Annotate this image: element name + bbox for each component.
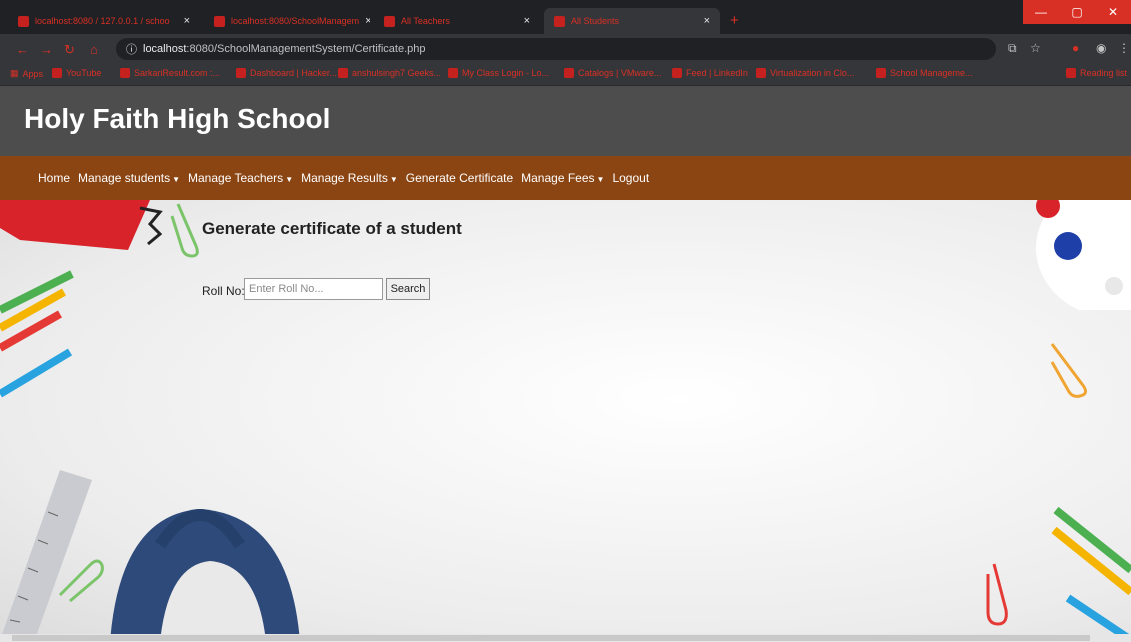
bookmark-virtualization[interactable]: Virtualization in Clo...	[756, 68, 854, 78]
main-nav: Home Manage students ▼ Manage Teachers ▼ M…	[0, 156, 1131, 200]
reload-icon[interactable]: ↻	[64, 42, 75, 58]
paperclip-decoration	[1050, 343, 1087, 398]
maximize-icon[interactable]: ▢	[1059, 0, 1095, 24]
content-area: Generate certificate of a student Roll N…	[0, 200, 1131, 642]
bookmarks-bar: ▦ Apps YouTube SarkariResult.com :... Das…	[0, 64, 1131, 86]
virtualization-icon	[756, 68, 766, 78]
menu-kebab-icon[interactable]: ⋮	[1118, 41, 1130, 55]
paperclip-decoration	[170, 203, 199, 258]
tab-title: All Students	[571, 16, 620, 26]
bookmark-apps[interactable]: ▦ Apps	[10, 68, 43, 79]
linkedin-icon	[672, 68, 682, 78]
caret-down-icon: ▼	[596, 175, 605, 184]
tab-title: All Teachers	[401, 16, 450, 26]
nav-manage-teachers[interactable]: Manage Teachers ▼	[188, 171, 293, 185]
profile-avatar-icon[interactable]: ◉	[1096, 41, 1106, 55]
pencils-decoration	[0, 270, 74, 398]
site-header: Holy Faith High School	[0, 86, 1131, 156]
page-favicon-icon	[214, 15, 225, 27]
horizontal-scrollbar[interactable]	[0, 634, 1131, 642]
minimize-icon[interactable]: —	[1023, 0, 1059, 24]
bookmark-linkedin[interactable]: Feed | LinkedIn	[672, 68, 748, 78]
url-host: localhost	[143, 43, 187, 55]
nav-manage-results[interactable]: Manage Results ▼	[301, 171, 398, 185]
page-heading: Generate certificate of a student	[202, 219, 462, 238]
site-title[interactable]: Holy Faith High School	[24, 103, 330, 135]
tab-title: localhost:8080/SchoolManagem	[231, 16, 360, 26]
browser-tab-3[interactable]: All Teachers ×	[374, 8, 540, 34]
sarkari-icon	[120, 68, 130, 78]
paperclip-decoration	[986, 563, 1008, 626]
close-icon[interactable]: ×	[365, 15, 370, 27]
bookmark-reading-list[interactable]: Reading list	[1066, 68, 1127, 78]
page-favicon-icon	[554, 15, 565, 27]
class-login-icon	[448, 68, 458, 78]
bookmark-sarkari[interactable]: SarkariResult.com :...	[120, 68, 220, 78]
caret-down-icon: ▼	[389, 175, 398, 184]
extension-icon[interactable]: ●	[1072, 41, 1079, 55]
bookmark-geeks[interactable]: anshulsingh7 Geeks...	[338, 68, 441, 78]
browser-tab-2[interactable]: localhost:8080/SchoolManagem ×	[204, 8, 370, 34]
bookmark-class-login[interactable]: My Class Login - Lo...	[448, 68, 549, 78]
hackerrank-icon	[236, 68, 246, 78]
close-icon[interactable]: ×	[704, 15, 710, 27]
scrollbar-thumb[interactable]	[12, 635, 1090, 641]
browser-toolbar: ← → ↻ ⌂ ⓘ localhost:8080/SchoolManagemen…	[0, 34, 1131, 64]
search-button[interactable]: Search	[386, 278, 430, 300]
url-path: :8080/SchoolManagementSystem/Certificate…	[186, 43, 426, 55]
address-bar[interactable]: ⓘ localhost:8080/SchoolManagementSystem/…	[116, 38, 996, 60]
bookmark-star-icon[interactable]: ☆	[1030, 41, 1041, 55]
tab-title: localhost:8080 / 127.0.0.1 / schoo	[35, 16, 170, 26]
bookmark-youtube[interactable]: YouTube	[52, 68, 101, 78]
browser-tab-1[interactable]: localhost:8080 / 127.0.0.1 / schoo ×	[8, 8, 200, 34]
window-close-icon[interactable]: ✕	[1095, 0, 1131, 24]
phpmyadmin-icon	[18, 15, 29, 27]
close-icon[interactable]: ×	[524, 15, 530, 27]
youtube-icon	[52, 68, 62, 78]
nav-generate-certificate[interactable]: Generate Certificate	[406, 171, 513, 185]
roll-no-input[interactable]	[244, 278, 383, 300]
nav-manage-fees[interactable]: Manage Fees ▼	[521, 171, 604, 185]
notebook-decoration	[0, 200, 163, 250]
nav-logout[interactable]: Logout	[612, 171, 649, 185]
vmware-icon	[564, 68, 574, 78]
browser-tab-4[interactable]: All Students ×	[544, 8, 720, 34]
info-icon: ⓘ	[126, 44, 137, 56]
bookmark-hacker[interactable]: Dashboard | Hacker...	[236, 68, 337, 78]
nav-manage-students[interactable]: Manage students ▼	[78, 171, 180, 185]
back-icon[interactable]: ←	[16, 42, 29, 57]
web-page: Holy Faith High School Home Manage stude…	[0, 86, 1131, 642]
home-icon[interactable]: ⌂	[90, 42, 98, 57]
translate-icon[interactable]: ⧉	[1008, 41, 1017, 56]
forward-icon[interactable]: →	[40, 42, 53, 57]
caret-down-icon: ▼	[285, 175, 294, 184]
bookmark-vmware[interactable]: Catalogs | VMware...	[564, 68, 661, 78]
caret-down-icon: ▼	[172, 175, 180, 184]
bookmark-school-management[interactable]: School Manageme...	[876, 68, 973, 78]
palette-decoration	[1036, 200, 1131, 310]
close-icon[interactable]: ×	[184, 15, 190, 27]
school-favicon-icon	[876, 68, 886, 78]
page-favicon-icon	[384, 15, 395, 27]
new-tab-icon[interactable]: +	[730, 12, 739, 29]
backpack-decoration	[110, 509, 300, 642]
nav-home[interactable]: Home	[38, 171, 70, 185]
paperclip-decoration	[58, 559, 104, 603]
geeks-icon	[338, 68, 348, 78]
pencils-decoration	[1051, 506, 1131, 642]
apps-grid-icon: ▦	[10, 68, 19, 78]
roll-no-label: Roll No:	[202, 284, 245, 298]
browser-tab-bar: localhost:8080 / 127.0.0.1 / schoo × loc…	[0, 0, 1131, 34]
reading-list-icon	[1066, 68, 1076, 78]
